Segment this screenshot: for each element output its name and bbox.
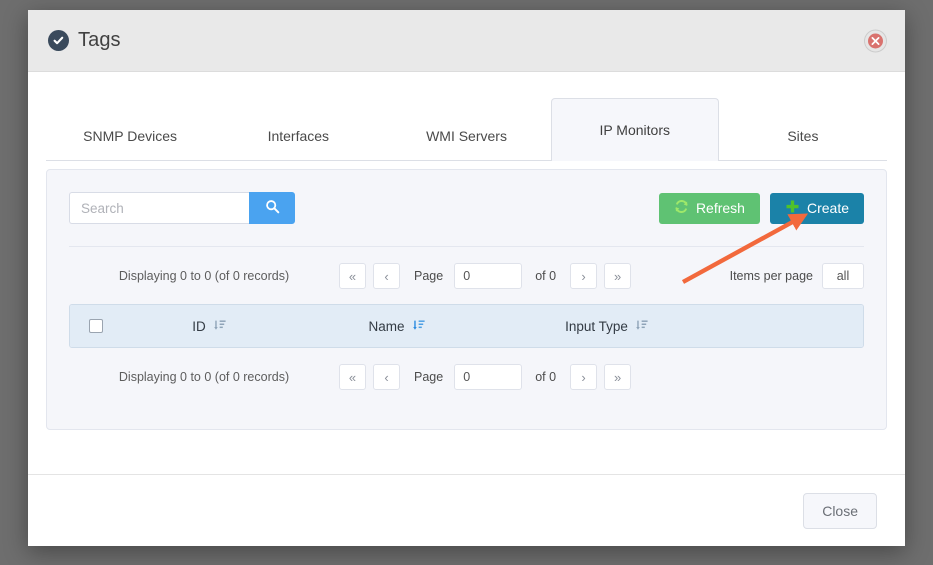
dialog-title-group: Tags [48,29,121,52]
panel-toolbar: Refresh Create [69,192,864,247]
close-circle-icon[interactable] [865,30,886,51]
sort-desc-icon [412,318,426,335]
last-page-button[interactable]: » [604,364,632,390]
items-per-page-group: Items per page all [730,263,864,289]
tab-wmi-servers[interactable]: WMI Servers [382,111,550,160]
prev-page-button[interactable]: ‹ [373,263,400,289]
search-icon [265,199,280,217]
dialog-header: Tags [28,10,905,72]
tab-label: WMI Servers [426,128,507,145]
search-group [69,192,295,224]
tab-bar: SNMP Devices Interfaces WMI Servers IP M… [46,98,887,161]
refresh-icon [674,199,689,217]
items-per-page-label: Items per page [729,269,813,283]
tab-label: SNMP Devices [83,128,178,145]
prev-page-button[interactable]: ‹ [373,364,400,390]
refresh-label: Refresh [695,200,745,216]
items-per-page-select[interactable]: all [822,263,864,289]
tags-table: ID Name Input Type [69,304,864,348]
total-pages-label: of 0 [535,269,557,283]
tab-interfaces[interactable]: Interfaces [214,111,382,160]
create-button[interactable]: Create [769,192,864,224]
next-page-button[interactable]: › [570,364,598,390]
page-number-input[interactable] [454,364,523,390]
tab-sites[interactable]: Sites [719,111,887,160]
pager-bottom: Displaying 0 to 0 (of 0 records) « ‹ Pag… [69,348,864,405]
select-all-checkbox[interactable] [89,319,103,333]
column-label: Name [368,318,405,334]
page-label: Page [414,370,444,384]
tab-ip-monitors[interactable]: IP Monitors [550,98,719,161]
page-number-input[interactable] [454,263,523,289]
select-all-cell [70,319,122,333]
records-info: Displaying 0 to 0 (of 0 records) [118,269,290,283]
tab-label: IP Monitors [599,122,670,139]
total-pages-label: of 0 [535,370,557,384]
page-label: Page [414,269,444,283]
tags-dialog: Tags SNMP Devices Interfaces WMI Servers… [28,10,905,546]
pagination-controls: « ‹ Page of 0 › » [339,364,632,390]
action-buttons: Refresh Create [658,192,864,224]
dialog-footer: Close [28,474,905,546]
search-button[interactable] [249,192,295,224]
column-label: Input Type [565,318,628,334]
sort-desc-icon [213,318,227,335]
column-header-id[interactable]: ID [122,318,297,335]
search-input[interactable] [69,192,249,224]
close-button[interactable]: Close [803,492,877,529]
pagination-controls: « ‹ Page of 0 › » [339,263,632,289]
column-header-input-type[interactable]: Input Type [497,318,717,335]
create-label: Create [806,200,849,216]
page-title: Tags [78,29,121,51]
tab-label: Sites [787,128,819,145]
first-page-button[interactable]: « [339,364,366,390]
last-page-button[interactable]: » [604,263,632,289]
plus-icon [785,199,800,217]
refresh-button[interactable]: Refresh [658,192,760,224]
pager-top: Displaying 0 to 0 (of 0 records) « ‹ Pag… [69,247,864,304]
records-info: Displaying 0 to 0 (of 0 records) [118,370,290,384]
tab-label: Interfaces [267,128,330,145]
table-header-row: ID Name Input Type [70,305,863,347]
sort-desc-icon [635,318,649,335]
next-page-button[interactable]: › [570,263,598,289]
ip-monitors-panel: Refresh Create Displaying 0 to 0 (of 0 r… [46,169,887,430]
check-circle-icon [48,30,69,51]
column-header-name[interactable]: Name [297,318,497,335]
dialog-body: SNMP Devices Interfaces WMI Servers IP M… [28,72,905,474]
column-label: ID [192,318,206,334]
first-page-button[interactable]: « [339,263,366,289]
tab-snmp-devices[interactable]: SNMP Devices [46,111,214,160]
